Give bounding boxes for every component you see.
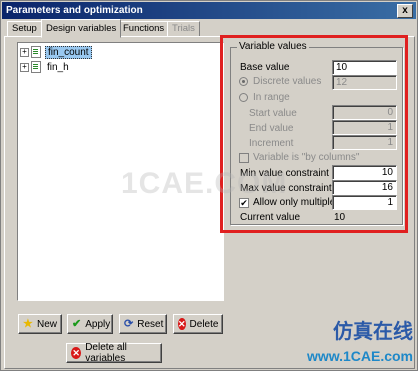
increment-label: Increment — [249, 138, 294, 149]
tree-item-fin-h[interactable]: + fin_h — [20, 60, 71, 74]
tab-setup[interactable]: Setup — [7, 21, 42, 37]
watermark-cn: 仿真在线 — [333, 319, 413, 343]
discrete-values-input[interactable]: 12 — [332, 75, 397, 90]
min-constraint-input[interactable]: 10 — [332, 165, 397, 180]
end-value-input[interactable]: 1 — [332, 120, 397, 135]
title-bar: Parameters and optimization x — [2, 2, 416, 19]
by-columns-checkbox[interactable] — [239, 153, 249, 163]
watermark-center: 1CAE.COM — [121, 167, 288, 200]
parameters-window: Parameters and optimization x Setup Desi… — [0, 0, 418, 371]
in-range-radio[interactable] — [239, 93, 248, 102]
close-button[interactable]: x — [397, 4, 413, 18]
tab-trials[interactable]: Trials — [167, 21, 200, 37]
tree-item-label: fin_count — [45, 45, 92, 59]
discrete-values-label: Discrete values — [253, 76, 322, 87]
tree-item-label: fin_h — [47, 61, 69, 73]
tab-design-variables[interactable]: Design variables — [41, 19, 122, 38]
max-constraint-input[interactable]: 16 — [332, 180, 397, 195]
variable-icon — [31, 61, 41, 73]
multiples-input[interactable]: 1 — [332, 195, 397, 210]
discrete-values-radio[interactable] — [239, 77, 248, 86]
variable-icon — [31, 46, 41, 58]
delete-icon: ✕ — [71, 347, 82, 359]
by-columns-label: Variable is "by columns" — [253, 152, 360, 163]
reset-button-label: Reset — [137, 318, 164, 330]
start-value-label: Start value — [249, 108, 297, 119]
delete-icon: ✕ — [178, 318, 186, 330]
apply-button-label: Apply — [85, 318, 111, 330]
base-value-input[interactable]: 10 — [332, 60, 397, 75]
delete-all-button[interactable]: ✕ Delete all variables — [66, 342, 162, 364]
current-value-label: Current value — [240, 212, 301, 223]
tab-functions[interactable]: Functions — [118, 21, 170, 37]
reset-button[interactable]: ⟳ Reset — [119, 314, 167, 334]
check-icon: ✔ — [72, 318, 82, 330]
delete-button[interactable]: ✕ Delete — [173, 314, 223, 334]
window-title: Parameters and optimization — [6, 5, 143, 16]
delete-all-button-label: Delete all variables — [85, 342, 127, 364]
increment-input[interactable]: 1 — [332, 135, 397, 150]
new-button-label: New — [36, 318, 57, 330]
start-value-input[interactable]: 0 — [332, 105, 397, 120]
reset-icon: ⟳ — [124, 318, 134, 330]
expand-icon[interactable]: + — [20, 47, 29, 57]
star-icon: ★ — [23, 318, 33, 330]
base-value-label: Base value — [240, 62, 290, 73]
watermark-site: www.1CAE.com — [306, 348, 413, 364]
delete-button-label: Delete — [189, 318, 219, 330]
in-range-label: In range — [253, 92, 290, 103]
tree-item-fin-count[interactable]: + fin_count — [20, 45, 92, 59]
current-value: 10 — [334, 212, 346, 223]
expand-icon[interactable]: + — [20, 62, 29, 72]
apply-button[interactable]: ✔ Apply — [67, 314, 113, 334]
group-title: Variable values — [237, 41, 309, 52]
new-button[interactable]: ★ New — [18, 314, 62, 334]
end-value-label: End value — [249, 123, 294, 134]
